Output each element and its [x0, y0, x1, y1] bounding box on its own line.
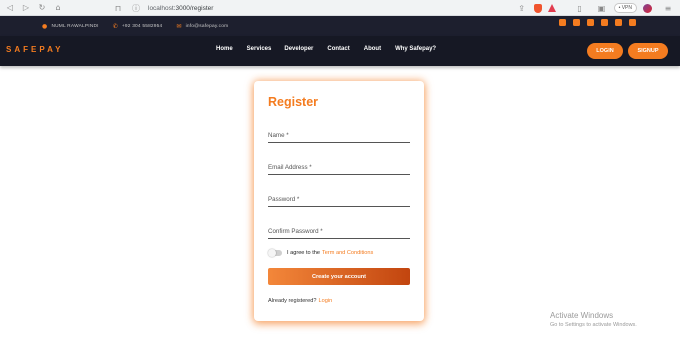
- login-button[interactable]: LOGIN: [587, 43, 623, 59]
- reddit-icon[interactable]: [615, 19, 622, 26]
- forward-icon[interactable]: ▷: [20, 2, 32, 14]
- password-field[interactable]: Password *: [268, 195, 410, 207]
- create-account-button[interactable]: Create your account: [268, 268, 410, 285]
- facebook-icon[interactable]: [559, 19, 566, 26]
- instagram-icon[interactable]: [573, 19, 580, 26]
- mail-icon: ✉: [176, 22, 182, 30]
- bookmark-icon[interactable]: ⊓: [112, 2, 124, 14]
- location-info: ● NUML RAWALPINDI: [42, 22, 99, 30]
- social-links: [559, 19, 636, 26]
- wallet-icon[interactable]: ▣: [596, 2, 608, 14]
- terms-row: I agree to the Term and Conditions: [268, 249, 373, 257]
- sidebar-icon[interactable]: ▯: [574, 2, 586, 14]
- terms-link[interactable]: Term and Conditions: [322, 250, 373, 256]
- auth-buttons: LOGIN SIGNUP: [587, 43, 668, 59]
- main-navbar: SAFEPAY Home Services Developer Contact …: [0, 36, 680, 66]
- browser-extensions: ⇪ ▯ ▣ • VPN ≡: [512, 2, 674, 14]
- confirm-password-field[interactable]: Confirm Password *: [268, 227, 410, 239]
- nav-menu: Home Services Developer Contact About Wh…: [216, 46, 450, 52]
- browser-toolbar: ◁ ▷ ↻ ⌂ ⊓ ⓘ localhost:3000/register ⇪ ▯ …: [0, 0, 680, 16]
- register-title: Register: [268, 95, 319, 109]
- reload-icon[interactable]: ↻: [36, 2, 48, 14]
- mail-social-icon[interactable]: [629, 19, 636, 26]
- email-label: Email Address *: [268, 164, 312, 171]
- url-text: localhost:3000/register: [148, 4, 214, 12]
- nav-about[interactable]: About: [364, 46, 381, 52]
- name-field[interactable]: Name *: [268, 131, 410, 143]
- vpn-button[interactable]: • VPN: [613, 3, 637, 13]
- nav-home[interactable]: Home: [216, 46, 233, 52]
- name-label: Name *: [268, 132, 289, 139]
- menu-icon[interactable]: ≡: [662, 2, 674, 14]
- brave-shield-icon[interactable]: [533, 3, 542, 13]
- watermark-title: Activate Windows: [550, 311, 614, 320]
- already-registered-text: Already registered?: [268, 298, 317, 304]
- home-icon[interactable]: ⌂: [52, 2, 64, 14]
- address-bar[interactable]: ⊓ ⓘ localhost:3000/register: [112, 2, 552, 14]
- windows-activation-watermark: Activate Windows Go to Settings to activ…: [550, 311, 637, 328]
- back-icon[interactable]: ◁: [4, 2, 16, 14]
- terms-text: I agree to the: [287, 250, 320, 256]
- nav-why-safepay[interactable]: Why Safepay?: [395, 46, 436, 52]
- brave-rewards-icon[interactable]: [547, 4, 556, 12]
- confirm-password-label: Confirm Password *: [268, 228, 323, 235]
- share-icon[interactable]: ⇪: [516, 2, 528, 14]
- linkedin-icon[interactable]: [587, 19, 594, 26]
- password-label: Password *: [268, 196, 300, 203]
- email-info: ✉ info@safepay.com: [176, 22, 229, 30]
- signup-button[interactable]: SIGNUP: [628, 43, 668, 59]
- profile-avatar[interactable]: [643, 3, 652, 13]
- phone-icon: ✆: [112, 22, 118, 30]
- nav-services[interactable]: Services: [247, 46, 272, 52]
- watermark-subtitle: Go to Settings to activate Windows.: [550, 322, 637, 328]
- site-logo[interactable]: SAFEPAY: [6, 45, 63, 54]
- terms-toggle[interactable]: [268, 249, 282, 257]
- login-link[interactable]: Login: [319, 298, 333, 304]
- nav-contact[interactable]: Contact: [327, 46, 349, 52]
- register-card: Register Name * Email Address * Password…: [254, 81, 424, 321]
- email-field[interactable]: Email Address *: [268, 163, 410, 175]
- site-info-icon[interactable]: ⓘ: [130, 2, 142, 14]
- top-info-bar: ● NUML RAWALPINDI ✆ +92 304 5582954 ✉ in…: [0, 16, 680, 36]
- location-pin-icon: ●: [42, 22, 48, 30]
- nav-developer[interactable]: Developer: [284, 46, 313, 52]
- phone-info: ✆ +92 304 5582954: [112, 22, 163, 30]
- twitter-icon[interactable]: [601, 19, 608, 26]
- already-registered-row: Already registered? Login: [268, 298, 332, 304]
